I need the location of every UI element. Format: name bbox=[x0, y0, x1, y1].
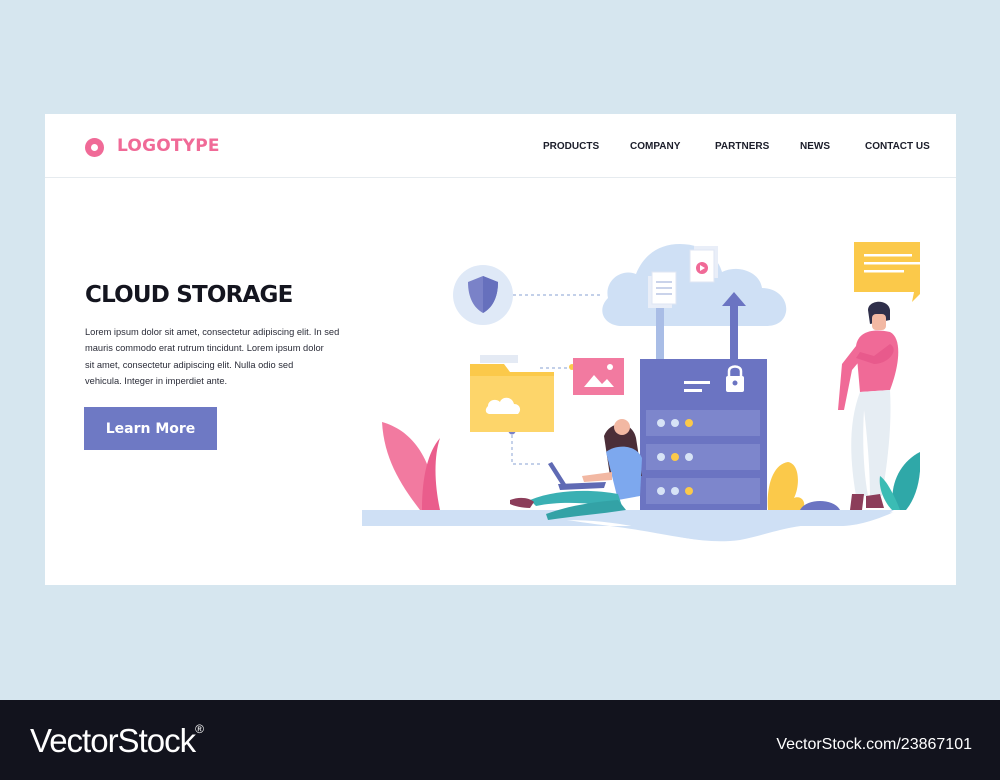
woman-with-laptop bbox=[510, 419, 642, 520]
hero-description-line: Lorem ipsum dolor sit amet, consectetur … bbox=[85, 327, 340, 337]
registered-mark: ® bbox=[195, 722, 204, 736]
hero-description: Lorem ipsum dolor sit amet, consectetur … bbox=[85, 324, 347, 389]
rock bbox=[800, 501, 840, 510]
learn-more-button[interactable]: Learn More bbox=[84, 407, 217, 450]
logo-text[interactable]: LOGOTYPE bbox=[117, 136, 220, 156]
watermark-bar: VectorStock® VectorStock.com/23867101 bbox=[0, 700, 1000, 780]
nav-products[interactable]: PRODUCTS bbox=[543, 141, 599, 152]
watermark-brand: VectorStock bbox=[30, 722, 196, 759]
page-title: CLOUD STORAGE bbox=[85, 282, 293, 308]
watermark-logo: VectorStock® bbox=[30, 722, 204, 760]
plant-yellow bbox=[767, 462, 805, 510]
nav-contact-us[interactable]: CONTACT US bbox=[865, 141, 930, 152]
man-standing bbox=[838, 301, 899, 510]
cloud-storage-illustration bbox=[362, 242, 920, 542]
landing-page-card: LOGOTYPE PRODUCTS COMPANY PARTNERS NEWS … bbox=[45, 114, 956, 585]
logo-icon[interactable] bbox=[85, 138, 104, 157]
image-card-icon bbox=[573, 358, 624, 395]
lock-icon bbox=[732, 380, 738, 386]
hero-description-line: vehicula. Integer in imperdiet ante. bbox=[85, 375, 228, 386]
watermark-id: VectorStock.com/23867101 bbox=[776, 736, 972, 753]
nav-partners[interactable]: PARTNERS bbox=[715, 141, 769, 152]
plant-right bbox=[892, 452, 920, 510]
header-bar: LOGOTYPE PRODUCTS COMPANY PARTNERS NEWS … bbox=[45, 114, 956, 178]
nav-company[interactable]: COMPANY bbox=[630, 141, 680, 152]
hero-description-line: sit amet, consectetur adipiscing elit. N… bbox=[85, 359, 294, 370]
nav-news[interactable]: NEWS bbox=[800, 141, 830, 152]
hero-description-line: mauris commodo erat rutrum tincidunt. Lo… bbox=[85, 343, 324, 354]
